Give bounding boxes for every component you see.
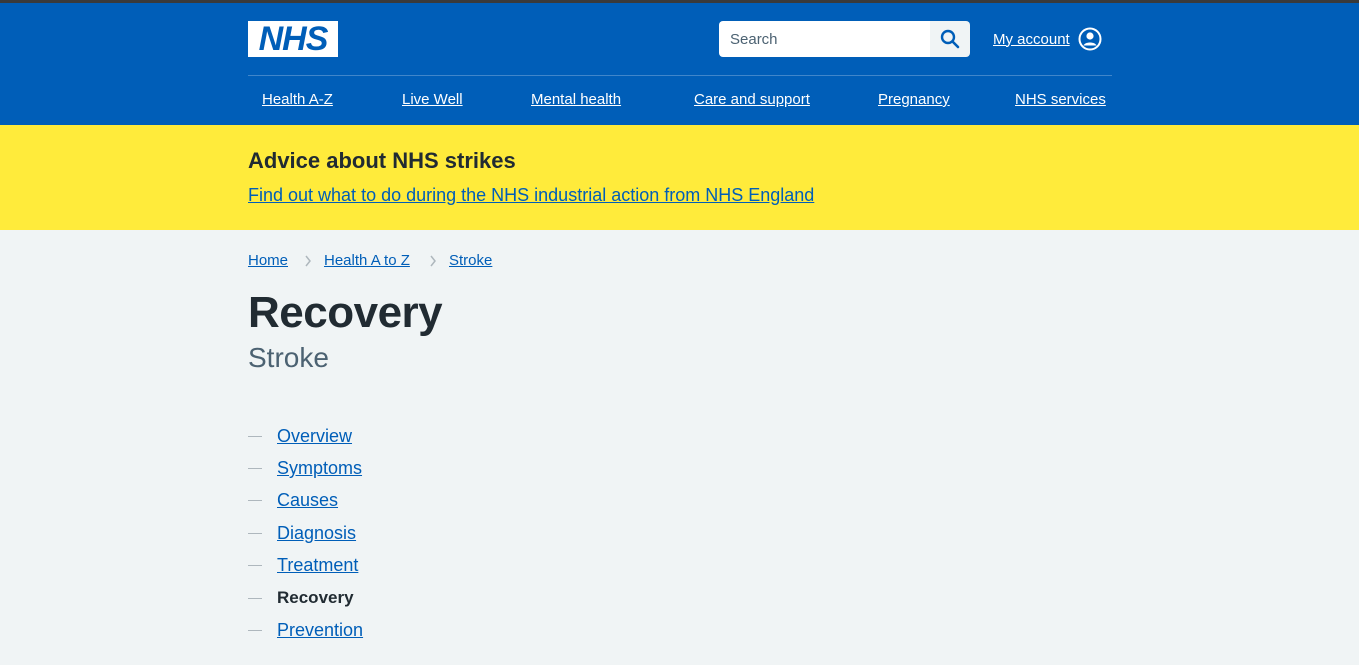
dash-icon: [248, 630, 262, 632]
search-form: [719, 21, 970, 57]
dash-icon: [248, 468, 262, 470]
breadcrumb-home[interactable]: Home: [248, 252, 288, 269]
nhs-logo[interactable]: NHS: [248, 21, 338, 57]
site-header: NHS My account Health A-Z Live Well Ment…: [0, 3, 1359, 125]
search-input[interactable]: [719, 21, 930, 57]
chevron-right-icon: [304, 253, 314, 269]
page-title: Recovery: [248, 288, 443, 337]
dash-icon: [248, 500, 262, 502]
contents-link-diagnosis[interactable]: Diagnosis: [277, 523, 356, 544]
nhs-logo-text: NHS: [258, 20, 329, 58]
contents-item: Overview: [248, 420, 363, 452]
contents-link-treatment[interactable]: Treatment: [277, 555, 358, 576]
banner-title: Advice about NHS strikes: [248, 148, 516, 173]
page-caption: Stroke: [248, 342, 329, 373]
contents-link-prevention[interactable]: Prevention: [277, 620, 363, 641]
contents-item: Diagnosis: [248, 517, 363, 549]
breadcrumb-stroke[interactable]: Stroke: [449, 252, 492, 269]
nav-pregnancy[interactable]: Pregnancy: [878, 91, 950, 108]
breadcrumb-health-a-to-z[interactable]: Health A to Z: [324, 252, 410, 269]
search-button[interactable]: [930, 21, 970, 57]
my-account-link[interactable]: My account: [993, 25, 1102, 53]
contents-item: Causes: [248, 485, 363, 517]
nav-live-well[interactable]: Live Well: [402, 91, 463, 108]
contents-item: Recovery: [248, 582, 363, 614]
dash-icon: [248, 597, 262, 599]
contents-link-causes[interactable]: Causes: [277, 490, 338, 511]
my-account-label: My account: [993, 30, 1070, 48]
nav-mental-health[interactable]: Mental health: [531, 91, 621, 108]
contents-item: Prevention: [248, 614, 363, 646]
chevron-right-icon: [429, 253, 439, 269]
strike-alert-banner: Advice about NHS strikes Find out what t…: [0, 125, 1359, 230]
dash-icon: [248, 565, 262, 567]
dash-icon: [248, 435, 262, 437]
contents-link-overview[interactable]: Overview: [277, 426, 352, 447]
primary-navigation: Health A-Z Live Well Mental health Care …: [248, 91, 1112, 111]
search-icon: [940, 29, 960, 49]
nav-nhs-services[interactable]: NHS services: [1015, 91, 1106, 108]
banner-link[interactable]: Find out what to do during the NHS indus…: [248, 185, 814, 206]
user-account-icon: [1078, 27, 1102, 51]
nav-care-and-support[interactable]: Care and support: [694, 91, 810, 108]
nav-divider: [248, 75, 1112, 76]
contents-current-recovery: Recovery: [277, 588, 354, 608]
contents-item: Symptoms: [248, 452, 363, 484]
nav-health-a-z[interactable]: Health A-Z: [262, 91, 333, 108]
contents-link-symptoms[interactable]: Symptoms: [277, 458, 362, 479]
contents-item: Treatment: [248, 550, 363, 582]
dash-icon: [248, 532, 262, 534]
contents-list: Overview Symptoms Causes Diagnosis Treat…: [248, 420, 363, 647]
